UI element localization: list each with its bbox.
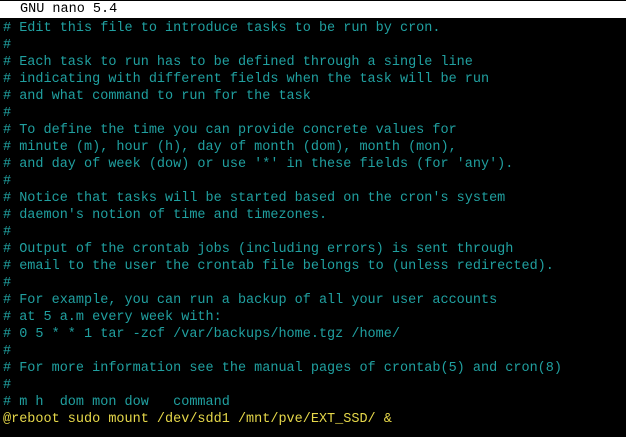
crontab-comment-line[interactable]: # m h dom mon dow command xyxy=(3,394,626,411)
crontab-comment-line[interactable]: # minute (m), hour (h), day of month (do… xyxy=(3,139,626,156)
crontab-comment-line[interactable]: # xyxy=(3,377,626,394)
crontab-comment-line[interactable]: # Output of the crontab jobs (including … xyxy=(3,241,626,258)
crontab-comment-line[interactable]: # Notice that tasks will be started base… xyxy=(3,190,626,207)
nano-title-bar: GNU nano 5.4 xyxy=(0,1,626,18)
crontab-comment-line[interactable]: # xyxy=(3,224,626,241)
crontab-comment-line[interactable]: # at 5 a.m every week with: xyxy=(3,309,626,326)
crontab-comment-line[interactable]: # For more information see the manual pa… xyxy=(3,360,626,377)
editor-version-title: GNU nano 5.4 xyxy=(20,2,118,17)
crontab-command-line[interactable]: @reboot sudo mount /dev/sdd1 /mnt/pve/EX… xyxy=(3,411,626,428)
crontab-comment-line[interactable]: # and day of week (dow) or use '*' in th… xyxy=(3,156,626,173)
crontab-comment-line[interactable]: # Each task to run has to be defined thr… xyxy=(3,54,626,71)
crontab-comment-line[interactable]: # xyxy=(3,173,626,190)
editor-text-area[interactable]: # Edit this file to introduce tasks to b… xyxy=(3,20,626,437)
crontab-comment-line[interactable]: # Edit this file to introduce tasks to b… xyxy=(3,20,626,37)
crontab-comment-line[interactable]: # email to the user the crontab file bel… xyxy=(3,258,626,275)
crontab-comment-line[interactable]: # xyxy=(3,343,626,360)
crontab-comment-line[interactable]: # indicating with different fields when … xyxy=(3,71,626,88)
crontab-comment-line[interactable]: # To define the time you can provide con… xyxy=(3,122,626,139)
crontab-comment-line[interactable]: # xyxy=(3,105,626,122)
crontab-comment-line[interactable]: # xyxy=(3,37,626,54)
crontab-comment-line[interactable]: # For example, you can run a backup of a… xyxy=(3,292,626,309)
crontab-comment-line[interactable]: # xyxy=(3,275,626,292)
crontab-comment-line[interactable]: # daemon's notion of time and timezones. xyxy=(3,207,626,224)
crontab-comment-line[interactable]: # and what command to run for the task xyxy=(3,88,626,105)
crontab-comment-line[interactable]: # 0 5 * * 1 tar -zcf /var/backups/home.t… xyxy=(3,326,626,343)
